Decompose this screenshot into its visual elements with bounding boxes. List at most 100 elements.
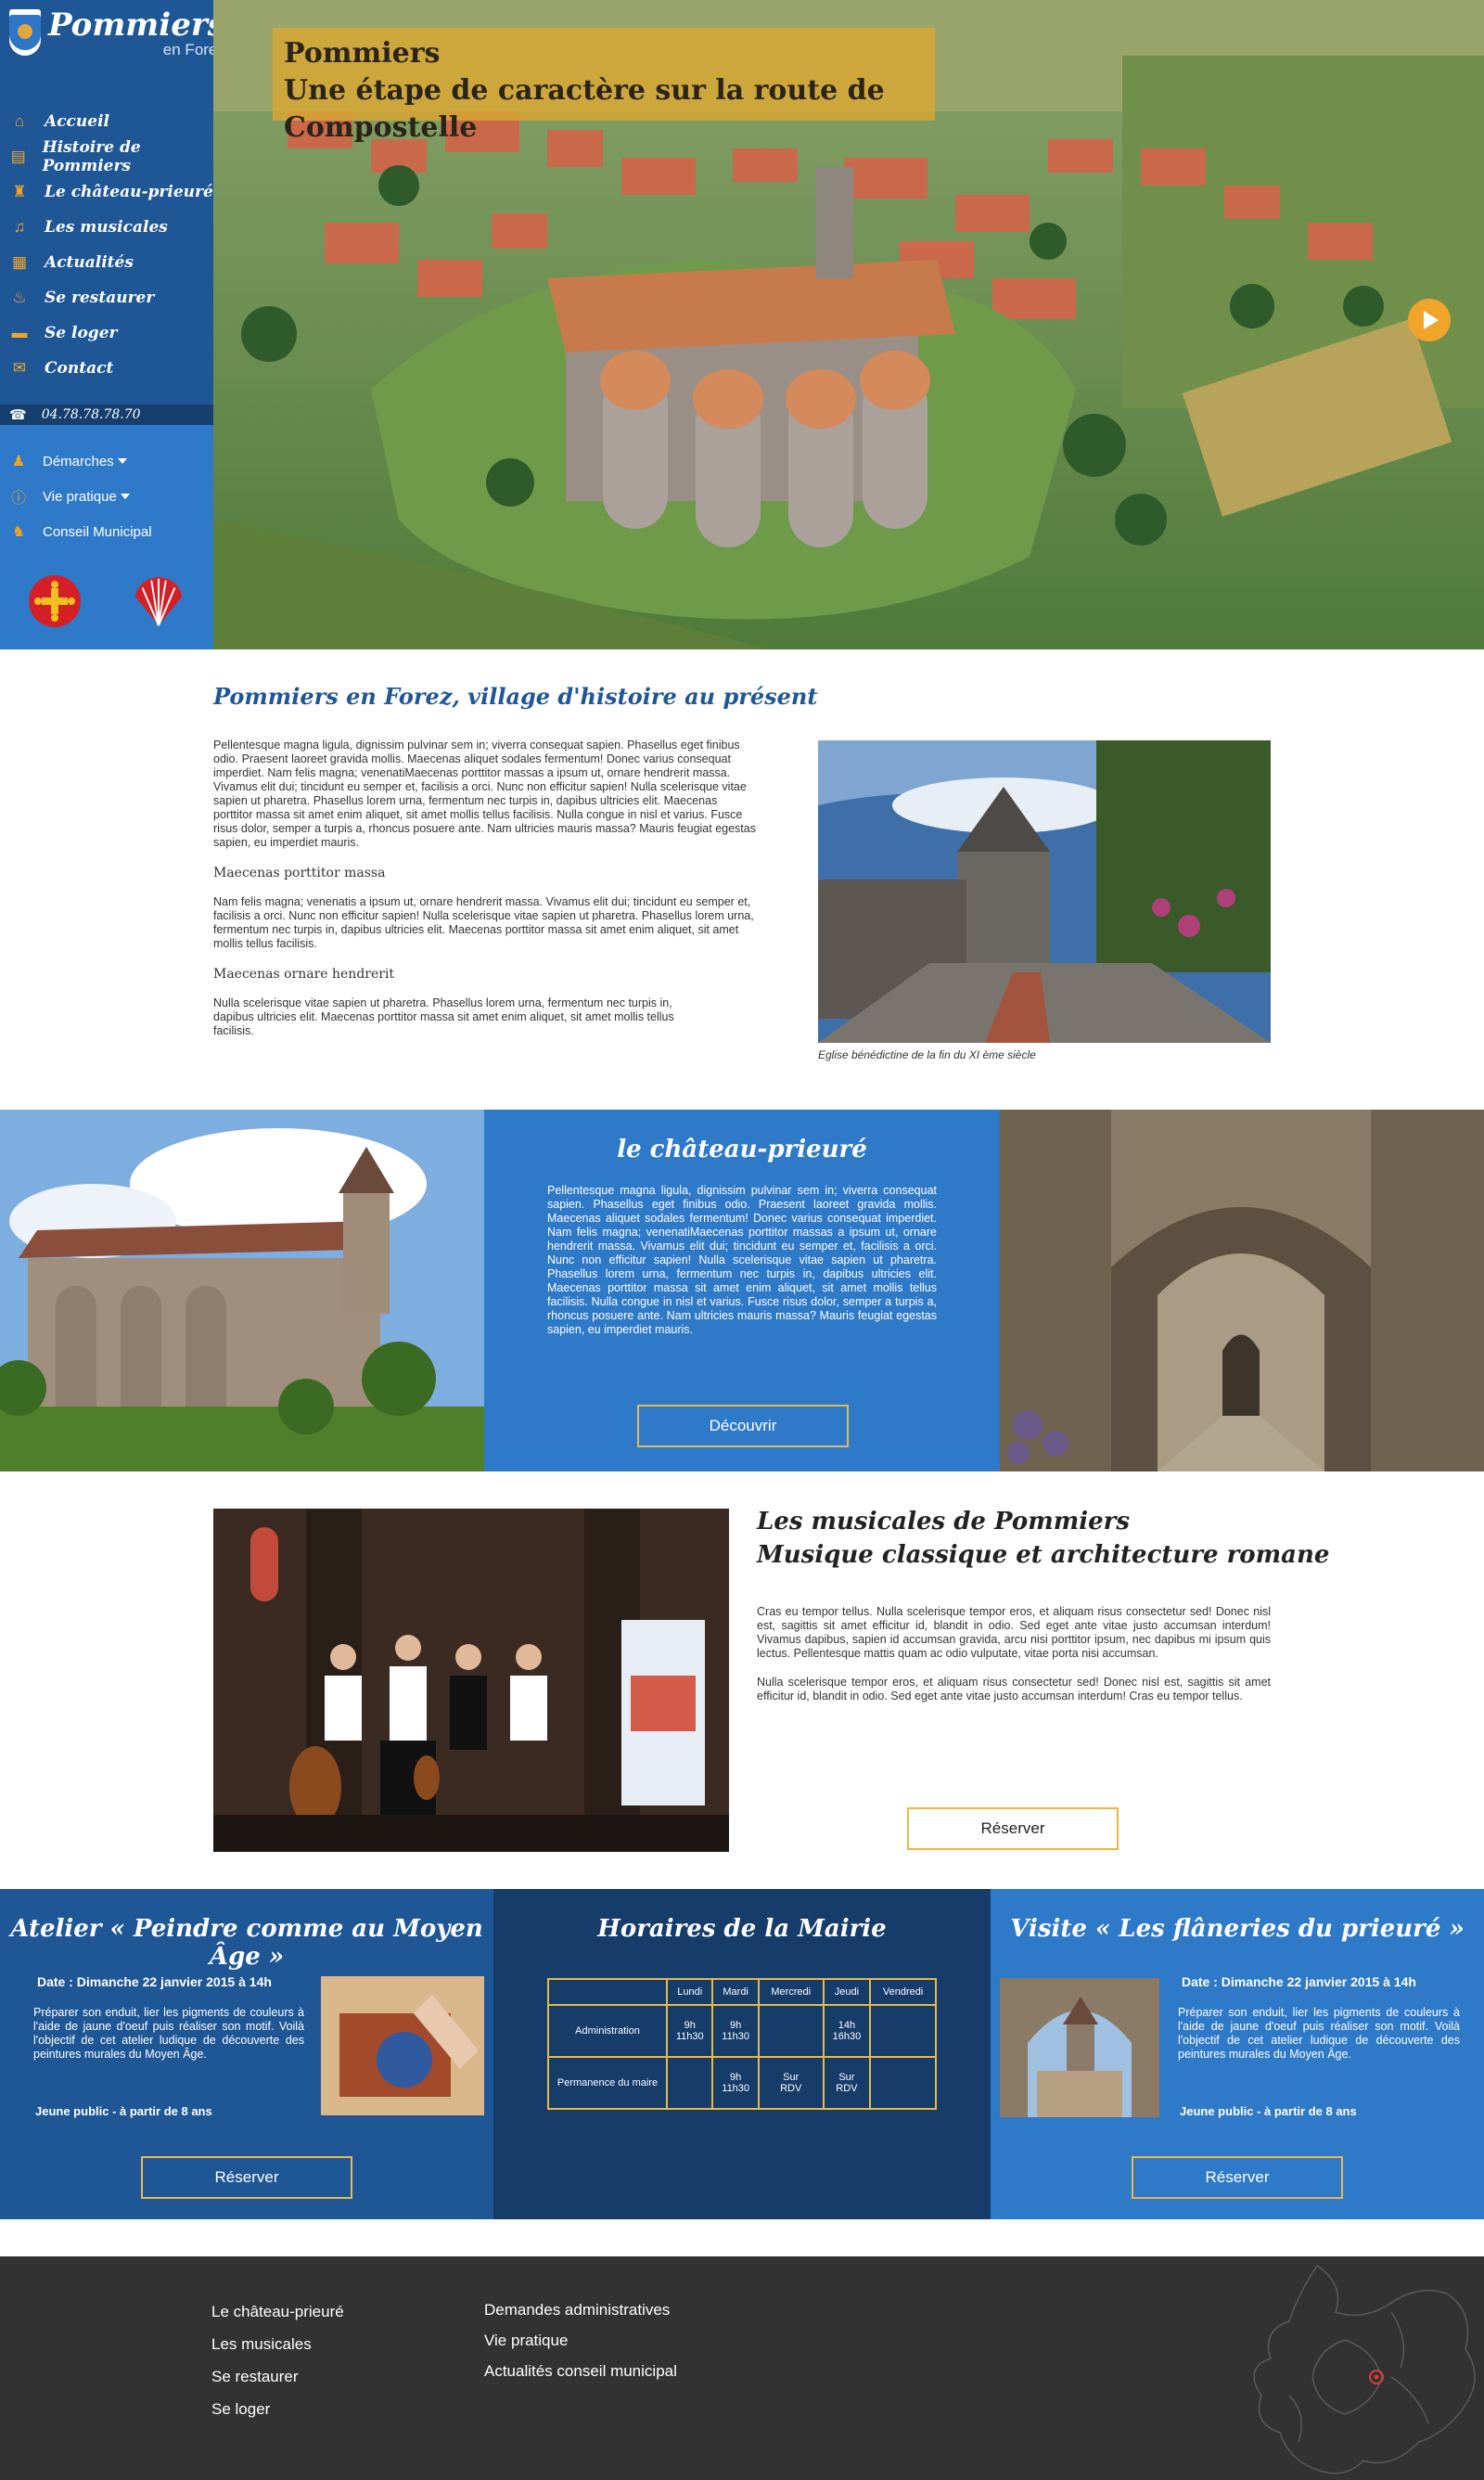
table-cell [869,2056,937,2110]
column-header: Lundi [665,1978,714,2006]
hero-slider: Pommiers Une étape de caractère sur la r… [213,0,1484,649]
church-caption: Eglise bénédictine de la fin du XI ème s… [818,1048,1036,1061]
music-icon: ♫ [13,218,26,236]
sidebar: Pommiers en Forez ⌂ Accueil ▤ Histoire de … [0,0,225,649]
concert-photo [213,1509,729,1852]
subnav-item-vie-pratique[interactable]: ⓘ Vie pratique [0,479,213,514]
bed-icon: ▬ [11,324,28,341]
horaires-table: Lundi Mardi Mercredi Jeudi Vendredi Admi… [547,1978,937,2110]
intro-paragraph-2: Nam felis magna; venenatis a ipsum ut, o… [213,895,754,950]
visite-date: Date : Dimanche 22 janvier 2015 à 14h [1182,1974,1416,1989]
visite-title: Visite « Les flâneries du prieuré » [1010,1915,1465,1943]
subnav-item-conseil[interactable]: ♞ Conseil Municipal [0,514,213,549]
council-icon: ♞ [11,524,26,540]
atelier-date: Date : Dimanche 22 janvier 2015 à 14h [37,1974,272,1989]
scallop-shell-icon[interactable] [130,573,187,629]
restaurant-icon: ♨ [12,289,27,306]
musicales-title: Les musicales de Pommiers [757,1508,1130,1536]
musicales-subtitle: Musique classique et architecture romane [757,1541,1330,1569]
decouvrir-button[interactable]: Découvrir [637,1405,849,1447]
visite-reserver-button[interactable]: Réserver [1132,2156,1343,2199]
nav-item-histoire[interactable]: ▤ Histoire de Pommiers [0,138,213,175]
nav-item-chateau[interactable]: ♜ Le château-prieuré [0,174,213,210]
table-cell: 9h 11h30 [711,2004,760,2058]
footer: Le château-prieuré Les musicales Se rest… [0,2256,1484,2480]
events-section: Atelier « Peindre comme au Moyen Âge » D… [0,1889,1484,2219]
nav-item-contact[interactable]: ✉ Contact [0,351,213,386]
column-header: Mardi [711,1978,760,2006]
musicales-reserver-button[interactable]: Réserver [907,1807,1119,1850]
subnav-item-demarches[interactable]: ♟ Démarches [0,443,213,479]
horaires-title: Horaires de la Mairie [597,1915,887,1943]
visite-photo [1000,1978,1159,2117]
atelier-description: Préparer son enduit, lier les pigments d… [33,2006,304,2061]
sub-nav: ♟ Démarches ⓘ Vie pratique ♞ Conseil Munici… [0,443,213,549]
nav-item-musicales[interactable]: ♫ Les musicales [0,210,213,245]
atelier-photo [321,1976,484,2115]
table-row: Administration 9h 11h30 9h 11h30 14h 16h… [547,2004,937,2058]
footer-link[interactable]: Le château-prieuré [211,2303,344,2335]
book-icon: ▤ [10,148,26,165]
europe-map-icon [1253,2264,1476,2474]
atelier-reserver-button[interactable]: Réserver [141,2156,352,2199]
horaires-panel: Horaires de la Mairie Lundi Mardi Mercre… [493,1889,991,2219]
phone-icon: ☎ [9,407,27,423]
footer-links-left: Le château-prieuré Les musicales Se rest… [211,2303,344,2433]
row-label: Administration [547,2004,668,2058]
intro-title: Pommiers en Forez, village d'histoire au… [213,683,818,710]
intro-text: Pellentesque magna ligula, dignissim pul… [213,739,757,1055]
table-cell [869,2004,937,2058]
phone-bar[interactable]: ☎ 04.78.78.78.70 [0,405,213,425]
slider-next-button[interactable] [1408,299,1451,341]
envelope-icon: ✉ [12,359,27,377]
intro-paragraph-3: Nulla scelerisque vitae sapien ut pharet… [213,996,674,1037]
main-nav: ⌂ Accueil ▤ Histoire de Pommiers ♜ Le châte… [0,104,213,386]
table-cell [757,2004,825,2058]
emblems [26,573,187,629]
column-header: Jeudi [822,1978,872,2006]
castle-icon: ♜ [12,183,27,200]
occitan-cross-icon[interactable] [26,573,83,629]
nav-item-loger[interactable]: ▬ Se loger [0,315,213,351]
table-cell: 14h 16h30 [822,2004,872,2058]
church-photo [818,740,1271,1043]
visite-description: Préparer son enduit, lier les pigments d… [1178,2006,1460,2061]
chateau-photo [0,1110,484,1471]
hero-title-box: Pommiers Une étape de caractère sur la r… [273,28,935,144]
brand-subtitle: en Forez [162,41,225,58]
table-cell: Sur RDV [757,2056,825,2110]
nav-item-accueil[interactable]: ⌂ Accueil [0,104,213,139]
footer-link[interactable]: Vie pratique [484,2332,677,2362]
musicales-text: Cras eu tempor tellus. Nulla scelerisque… [757,1605,1271,1718]
footer-link[interactable]: Se loger [211,2400,344,2433]
chateau-text: Pellentesque magna ligula, dignissim pul… [547,1184,937,1336]
row-label: Permanence du maire [547,2056,668,2110]
column-header: Mercredi [757,1978,825,2006]
visite-audience: Jeune public - à partir de 8 ans [1180,2104,1357,2118]
footer-link[interactable]: Les musicales [211,2335,344,2368]
hero-title: Pommiers [284,37,441,70]
crest-icon [9,9,41,56]
intro-subheading-1: Maecenas porttitor massa [213,866,386,880]
nav-item-actualites[interactable]: ▦ Actualités [0,245,213,280]
footer-link[interactable]: Actualités conseil municipal [484,2362,677,2393]
table-header-row: Lundi Mardi Mercredi Jeudi Vendredi [547,1978,937,2006]
gate-photo [1000,1110,1484,1471]
footer-link[interactable]: Se restaurer [211,2368,344,2400]
footer-link[interactable]: Demandes administratives [484,2301,677,2332]
chevron-down-icon [120,494,130,499]
table-cell [665,2056,714,2110]
table-cell: Sur RDV [822,2056,872,2110]
atelier-audience: Jeune public - à partir de 8 ans [35,2104,212,2118]
site-logo[interactable]: Pommiers en Forez [0,0,225,74]
chevron-down-icon [117,458,127,464]
nav-item-restaurer[interactable]: ♨ Se restaurer [0,280,213,315]
newspaper-icon: ▦ [11,253,28,271]
atelier-title: Atelier « Peindre comme au Moyen Âge » [10,1915,483,1971]
intro-paragraph-1: Pellentesque magna ligula, dignissim pul… [213,739,756,849]
musicales-paragraph-1: Cras eu tempor tellus. Nulla scelerisque… [757,1605,1271,1660]
brand-name: Pommiers [48,6,225,44]
home-icon: ⌂ [14,112,25,130]
footer-links-right: Demandes administratives Vie pratique Ac… [484,2301,677,2393]
chateau-panel: le château-prieuré Pellentesque magna li… [484,1110,1000,1471]
